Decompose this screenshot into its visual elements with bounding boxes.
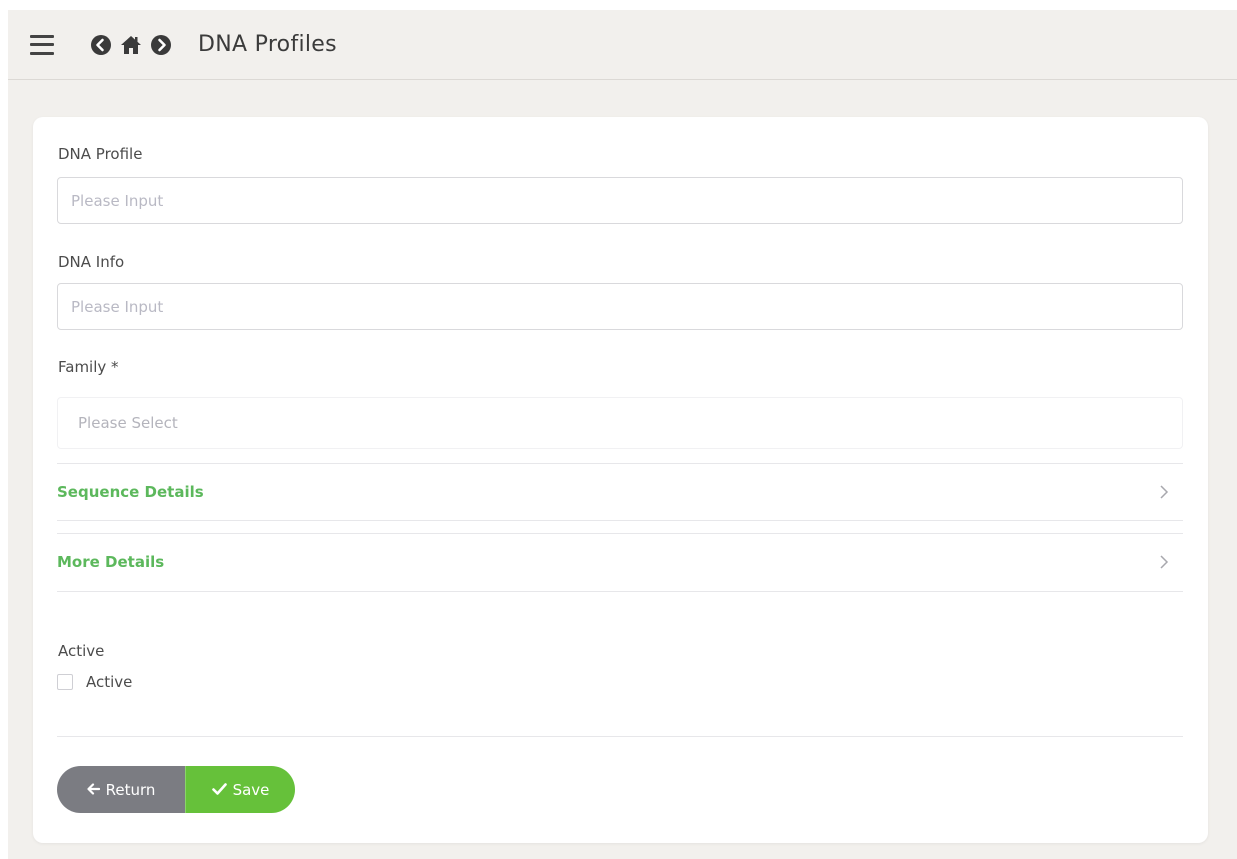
- forward-circle-icon[interactable]: [150, 34, 172, 56]
- section-sequence-details[interactable]: Sequence Details: [57, 464, 1183, 520]
- dna-info-input[interactable]: [57, 283, 1183, 330]
- nav-icons: [90, 34, 172, 56]
- section-more-details[interactable]: More Details: [57, 534, 1183, 590]
- dna-profile-label: DNA Profile: [58, 145, 143, 163]
- divider: [57, 736, 1183, 737]
- section-title: Sequence Details: [57, 483, 204, 501]
- check-icon: [211, 781, 227, 799]
- family-select[interactable]: Please Select: [57, 397, 1183, 449]
- active-label: Active: [58, 642, 105, 660]
- save-button-label: Save: [232, 780, 270, 799]
- active-checkbox-label: Active: [86, 673, 133, 691]
- chevron-right-icon: [1155, 483, 1173, 501]
- return-button[interactable]: Return: [57, 766, 185, 813]
- menu-icon[interactable]: [30, 34, 54, 55]
- family-select-placeholder: Please Select: [78, 414, 178, 432]
- home-icon[interactable]: [120, 34, 142, 56]
- dna-info-label: DNA Info: [58, 253, 125, 271]
- save-button[interactable]: Save: [185, 766, 295, 813]
- chevron-right-icon: [1155, 553, 1173, 571]
- action-buttons: Return Save: [57, 766, 295, 813]
- back-circle-icon[interactable]: [90, 34, 112, 56]
- form-card: DNA Profile DNA Info Family * Please Sel…: [33, 117, 1208, 843]
- top-bar: DNA Profiles: [8, 10, 1237, 80]
- dna-profile-input[interactable]: [57, 177, 1183, 224]
- active-checkbox-row[interactable]: Active: [57, 673, 132, 691]
- section-title: More Details: [57, 553, 165, 571]
- divider: [57, 591, 1183, 592]
- arrow-left-icon: [87, 781, 100, 799]
- active-checkbox[interactable]: [57, 674, 73, 690]
- app-window: DNA Profiles DNA Profile DNA Info Family…: [8, 10, 1237, 859]
- page-title: DNA Profiles: [198, 32, 337, 57]
- family-label: Family *: [58, 358, 119, 376]
- return-button-label: Return: [105, 780, 156, 799]
- divider: [57, 520, 1183, 521]
